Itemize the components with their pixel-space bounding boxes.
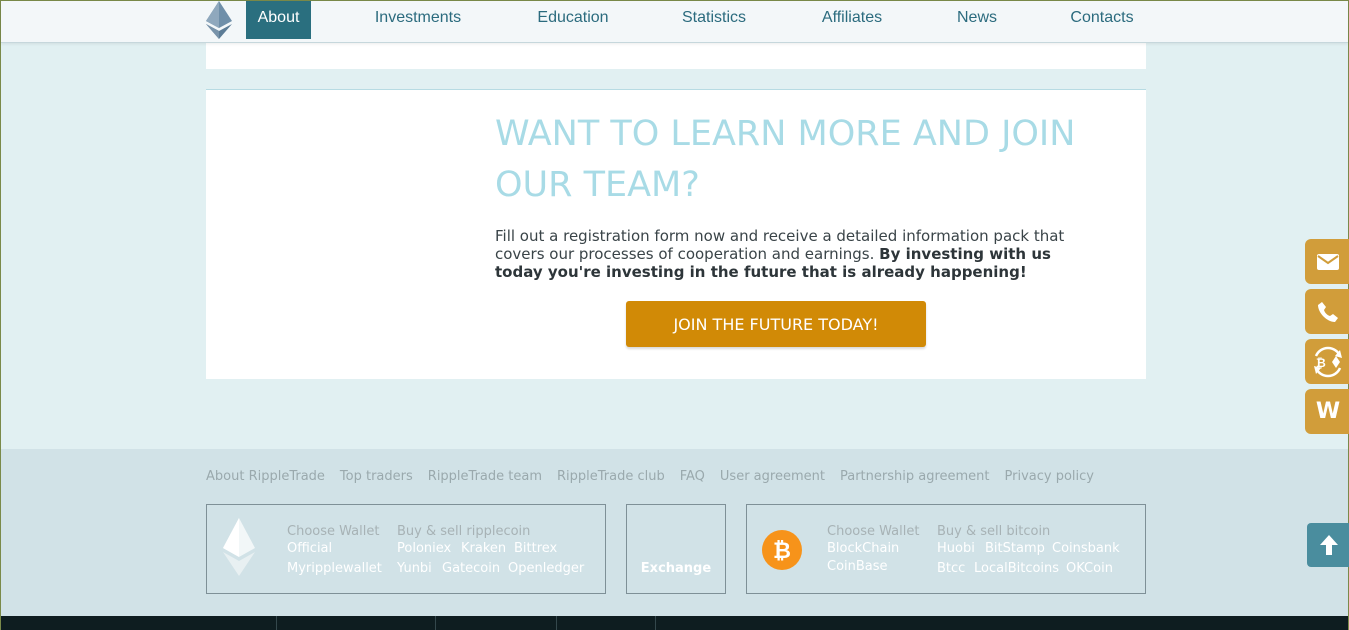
- bitcoin-exchange-okcoin[interactable]: OKCoin: [1066, 560, 1113, 578]
- bitcoin-exchange-icon: ₿: [1314, 346, 1342, 377]
- footer-link-partnership[interactable]: Partnership agreement: [840, 469, 990, 487]
- bitcoin-exchange-coinsbank[interactable]: Coinsbank: [1052, 540, 1120, 558]
- bottom-divider: [435, 616, 436, 630]
- ripple-wallet-myripplewallet[interactable]: Myripplewallet: [287, 560, 382, 578]
- svg-text:₿: ₿: [1316, 356, 1326, 370]
- bitcoin-exchange-huobi[interactable]: Huobi: [937, 540, 975, 558]
- phone-button[interactable]: [1305, 289, 1349, 334]
- bitcoin-wallet-coinbase[interactable]: CoinBase: [827, 558, 888, 576]
- bitcoin-exchange-localbitcoins[interactable]: LocalBitcoins: [974, 560, 1059, 578]
- content-panel-top: [206, 43, 1146, 69]
- svg-text:₿: ₿: [773, 539, 791, 564]
- ripple-choose-wallet: Choose Wallet: [287, 524, 380, 539]
- nav-investments[interactable]: Investments: [361, 1, 475, 39]
- ripple-exchange-bittrex[interactable]: Bittrex: [514, 540, 557, 558]
- nav-statistics[interactable]: Statistics: [671, 1, 757, 39]
- footer-links: About RippleTrade Top traders RippleTrad…: [206, 469, 1109, 487]
- bitcoin-exchange-button[interactable]: ₿: [1305, 339, 1349, 384]
- phone-icon: [1318, 301, 1338, 322]
- scroll-top-button[interactable]: [1307, 523, 1349, 567]
- email-icon: [1317, 253, 1339, 270]
- top-navigation: About Investments Education Statistics A…: [1, 1, 1348, 43]
- bitcoin-exchange-bitstamp[interactable]: BitStamp: [985, 540, 1045, 558]
- join-team-headline: WANT TO LEARN MORE AND JOIN OUR TEAM?: [495, 114, 1076, 205]
- ripple-exchange-poloniex[interactable]: Poloniex: [397, 540, 451, 558]
- join-future-button[interactable]: JOIN THE FUTURE TODAY!: [626, 301, 926, 347]
- bitcoin-icon: ₿: [762, 530, 802, 570]
- bitcoin-wallet-blockchain[interactable]: BlockChain: [827, 540, 899, 558]
- ripple-wallet-official[interactable]: Official: [287, 540, 332, 558]
- footer-link-top-traders[interactable]: Top traders: [340, 469, 413, 487]
- ripple-exchange-yunbi[interactable]: Yunbi: [397, 560, 432, 578]
- bottom-divider: [276, 616, 277, 630]
- ripple-exchange-kraken[interactable]: Kraken: [461, 540, 506, 558]
- bitcoin-exchange-btcc[interactable]: Btcc: [937, 560, 965, 578]
- footer-link-team[interactable]: RippleTrade team: [428, 469, 542, 487]
- bottom-divider: [655, 616, 656, 630]
- exchange-box[interactable]: [626, 504, 726, 594]
- ethereum-logo-icon[interactable]: [205, 1, 233, 39]
- nav-education[interactable]: Education: [525, 1, 621, 39]
- nav-about[interactable]: About: [246, 1, 311, 39]
- email-button[interactable]: [1305, 239, 1349, 284]
- bottom-divider: [556, 616, 557, 630]
- nav-contacts[interactable]: Contacts: [1057, 1, 1147, 39]
- bottom-footer-bar: [1, 616, 1348, 630]
- nav-news[interactable]: News: [947, 1, 1007, 39]
- footer-link-faq[interactable]: FAQ: [680, 469, 705, 487]
- nav-affiliates[interactable]: Affiliates: [807, 1, 897, 39]
- ripple-buy-sell: Buy & sell ripplecoin: [397, 524, 531, 539]
- footer-link-about[interactable]: About RippleTrade: [206, 469, 325, 487]
- w-button[interactable]: W: [1305, 389, 1349, 434]
- ripple-exchange-openledger[interactable]: Openledger: [508, 560, 584, 578]
- join-team-description: Fill out a registration form now and rec…: [495, 227, 1075, 281]
- footer-link-privacy[interactable]: Privacy policy: [1005, 469, 1094, 487]
- footer-link-user-agreement[interactable]: User agreement: [720, 469, 825, 487]
- bitcoin-buy-sell: Buy & sell bitcoin: [937, 524, 1051, 539]
- ethereum-footer-icon: [223, 518, 255, 576]
- arrow-up-icon: [1320, 535, 1338, 555]
- bitcoin-choose-wallet: Choose Wallet: [827, 524, 920, 539]
- exchange-label[interactable]: Exchange: [626, 560, 726, 578]
- ripple-exchange-gatecoin[interactable]: Gatecoin: [442, 560, 500, 578]
- footer-link-club[interactable]: RippleTrade club: [557, 469, 665, 487]
